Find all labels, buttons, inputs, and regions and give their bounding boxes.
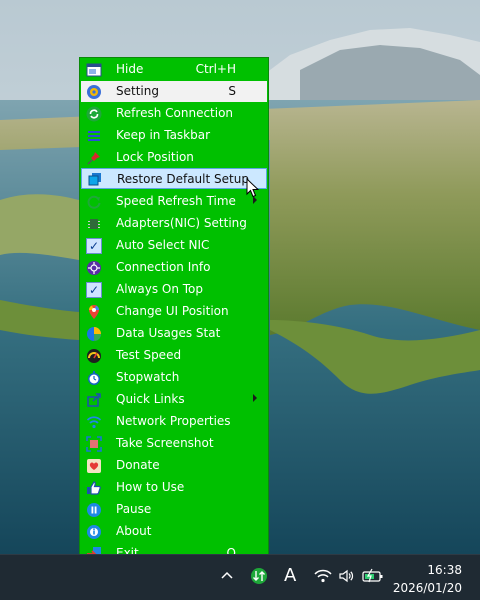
donate-icon [84,456,104,476]
checkbox-checked-icon: ✓ [86,281,102,298]
submenu-arrow-icon [253,394,257,402]
menu-item-test-speed[interactable]: Test Speed [81,345,267,366]
refresh-icon [84,104,104,124]
restore-icon [85,169,105,189]
stopwatch-icon [84,368,104,388]
screenshot-icon [84,434,104,454]
menu-item-take-screenshot[interactable]: Take Screenshot [81,433,267,454]
menu-item-lock-position[interactable]: Lock Position [81,147,267,168]
menu-item-connection-info[interactable]: Connection Info [81,257,267,278]
menu-item-speed-refresh-time[interactable]: Speed Refresh Time [81,191,267,212]
network-adapter-icon [84,214,104,234]
speedometer-icon [84,346,104,366]
clock-time: 16:38 [427,563,462,577]
taskbar: A 16:38 2026/01/20 [0,554,480,600]
location-pin-icon [84,302,104,322]
menu-item-how-to-use[interactable]: How to Use [81,477,267,498]
system-clock[interactable]: 16:38 2026/01/20 [393,561,462,597]
menu-item-stopwatch[interactable]: Stopwatch [81,367,267,388]
speed-refresh-icon [84,192,104,212]
pause-icon [84,500,104,520]
menu-item-network-properties[interactable]: Network Properties [81,411,267,432]
menu-item-pause[interactable]: Pause [81,499,267,520]
menu-item-restore-default-setup[interactable]: Restore Default Setup [81,168,267,189]
checkbox-checked-icon: ✓ [86,237,102,254]
thumbs-up-icon [84,478,104,498]
volume-icon[interactable] [338,568,354,587]
window-icon [84,60,104,80]
menu-item-hide[interactable]: Hide Ctrl+H [81,59,267,80]
menu-item-data-usages-stat[interactable]: Data Usages Stat [81,323,267,344]
clock-date: 2026/01/20 [392,581,462,595]
menu-item-change-ui-position[interactable]: Change UI Position [81,301,267,322]
hamburger-icon [84,126,104,146]
menu-item-quick-links[interactable]: Quick Links [81,389,267,410]
pie-chart-icon [84,324,104,344]
wifi-icon[interactable] [314,569,332,586]
show-hidden-icons-chevron-icon[interactable] [220,569,234,583]
info-icon [84,522,104,542]
wifi-icon [84,412,104,432]
menu-item-keep-in-taskbar[interactable]: Keep in Taskbar [81,125,267,146]
tray-context-menu: Hide Ctrl+H Setting S Refresh Connection… [79,57,269,565]
ime-indicator[interactable]: A [284,565,296,586]
battery-charging-icon[interactable] [362,568,384,587]
menu-item-setting[interactable]: Setting S [81,81,267,102]
connection-info-icon [84,258,104,278]
pin-icon [84,148,104,168]
net-speed-tray-icon[interactable] [250,567,268,588]
menu-item-adapters-setting[interactable]: Adapters(NIC) Setting [81,213,267,234]
mouse-cursor-icon [246,177,260,201]
menu-item-refresh-connection[interactable]: Refresh Connection [81,103,267,124]
menu-item-auto-select-nic[interactable]: ✓ Auto Select NIC [81,235,267,256]
menu-item-about[interactable]: About [81,521,267,542]
gear-icon [84,82,104,102]
menu-item-donate[interactable]: Donate [81,455,267,476]
share-icon [84,390,104,410]
menu-item-always-on-top[interactable]: ✓ Always On Top [81,279,267,300]
